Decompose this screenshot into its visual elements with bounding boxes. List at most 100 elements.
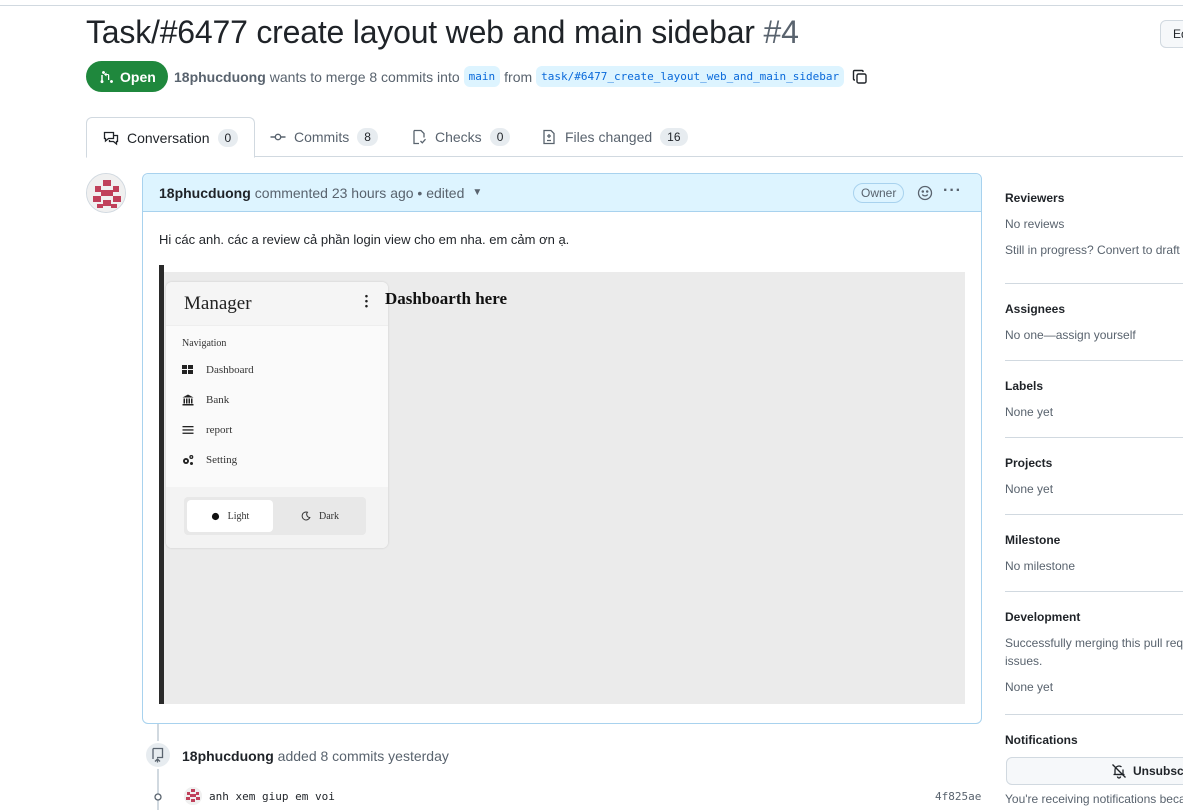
repo-push-icon — [152, 747, 164, 763]
preview-item-label: Dashboard — [206, 364, 254, 376]
file-diff-icon — [543, 129, 555, 145]
tab-label: Files changed — [565, 129, 653, 145]
timeline-author[interactable]: 18phucduong — [182, 748, 274, 764]
from-text: from — [504, 68, 533, 85]
development-section: Development Successfully merging this pu… — [1005, 610, 1183, 694]
preview-item-setting: Setting — [182, 454, 237, 466]
milestone-section: Milestone No milestone — [1005, 533, 1183, 573]
notifications-title: Notifications — [1005, 733, 1078, 747]
git-commit-icon — [270, 133, 286, 141]
comment-author[interactable]: 18phucduong — [159, 185, 251, 201]
preview-kebab-icon: · · · — [364, 289, 369, 315]
assignees-title[interactable]: Assignees — [1005, 302, 1183, 316]
reviewers-section: Reviewers No reviews Still in progress? … — [1005, 191, 1183, 257]
development-note: Successfully merging this pull req — [1005, 636, 1183, 650]
sidebar-divider — [1005, 591, 1183, 592]
bell-slash-icon — [1112, 764, 1126, 779]
pr-tabs: Conversation 0 Commits 8 Checks 0 Files … — [86, 117, 1183, 158]
moon-icon — [301, 511, 311, 521]
tab-files-changed[interactable]: Files changed 16 — [525, 117, 704, 157]
merge-text: wants to merge 8 commits into — [269, 68, 460, 85]
preview-sidebar-title: Manager — [166, 282, 388, 326]
comment-discussion-icon — [103, 131, 119, 145]
preview-item-dashboard: Dashboard — [182, 364, 254, 376]
preview-sidebar: Manager · · · Navigation Dashboard Bank re… — [166, 282, 388, 548]
development-note-cont: issues. — [1005, 654, 1043, 668]
notifications-note-wrap: You're receiving notifications beca — [1005, 792, 1183, 806]
page-title: Task/#6477 create layout web and main si… — [86, 14, 799, 51]
tab-label: Conversation — [127, 129, 210, 146]
bank-icon — [182, 394, 194, 406]
comment-body: Hi các anh. các a review cả phần login v… — [159, 232, 570, 247]
unsubscribe-label: Unsubscri — [1133, 764, 1183, 778]
sidebar-divider — [1005, 714, 1183, 715]
identicon-image — [184, 787, 202, 805]
tab-label: Commits — [294, 129, 350, 145]
timeline-badge — [144, 741, 172, 769]
git-pull-request-icon — [100, 70, 113, 83]
comment-meta[interactable]: commented 23 hours ago • edited — [255, 185, 465, 201]
head-branch[interactable]: task/#6477_create_layout_web_and_main_si… — [536, 66, 845, 87]
convert-draft-link[interactable]: Still in progress? Convert to draft — [1005, 243, 1183, 257]
preview-item-label: Bank — [206, 394, 230, 406]
labels-title[interactable]: Labels — [1005, 379, 1183, 393]
owner-badge: Owner — [853, 183, 905, 203]
smiley-icon[interactable] — [917, 185, 933, 201]
unsubscribe-button[interactable]: Unsubscri — [1006, 757, 1183, 785]
edit-button[interactable]: Ed — [1160, 20, 1183, 48]
tab-commits[interactable]: Commits 8 — [254, 117, 394, 157]
sidebar-divider — [1005, 360, 1183, 361]
preview-dashboard-heading: Dashboarth here — [385, 289, 507, 308]
identicon-image — [87, 174, 125, 212]
timeline-event: 18phucduong added 8 commits yesterday — [182, 748, 449, 764]
development-title[interactable]: Development — [1005, 610, 1183, 624]
author-link[interactable]: 18phucduong — [174, 69, 266, 85]
preview-item-label: Setting — [206, 454, 238, 466]
reviewers-title[interactable]: Reviewers — [1005, 191, 1183, 205]
timeline-event-text: added 8 commits yesterday — [277, 748, 449, 764]
milestone-value: No milestone — [1005, 559, 1076, 573]
tab-counter: 8 — [357, 128, 378, 146]
labels-section: Labels None yet — [1005, 379, 1183, 419]
preview-nav-label: Navigation — [182, 338, 227, 349]
avatar[interactable] — [86, 173, 126, 213]
pr-meta: 18phucduong wants to merge 8 commits int… — [174, 66, 868, 87]
pr-title: Task/#6477 create layout web and main si… — [86, 14, 755, 50]
projects-value: None yet — [1005, 482, 1054, 496]
reviewers-value: No reviews — [1005, 217, 1065, 231]
base-branch[interactable]: main — [463, 66, 501, 87]
tab-conversation[interactable]: Conversation 0 — [86, 117, 256, 158]
status-label: Open — [120, 68, 156, 85]
milestone-title[interactable]: Milestone — [1005, 533, 1183, 547]
grid-icon — [182, 365, 193, 374]
labels-value: None yet — [1005, 405, 1054, 419]
commit-message-link[interactable]: anh xem giup em voi — [209, 790, 335, 803]
list-icon — [182, 426, 194, 434]
preview-theme-footer: Light Dark — [166, 487, 388, 548]
header-divider — [0, 5, 1183, 6]
pr-number: #4 — [763, 14, 799, 50]
chevron-down-icon[interactable]: ▼ — [472, 187, 482, 198]
notifications-note: You're receiving notifications beca — [1005, 792, 1183, 806]
assign-yourself-link[interactable]: No one—assign yourself — [1005, 328, 1183, 342]
preview-item-label: report — [206, 424, 233, 436]
tab-checks[interactable]: Checks 0 — [395, 117, 526, 157]
commit-sha-link[interactable]: 4f825ae — [935, 790, 981, 803]
checklist-icon — [413, 129, 426, 145]
commit-avatar[interactable] — [184, 787, 202, 805]
sidebar-divider — [1005, 437, 1183, 438]
preview-item-bank: Bank — [182, 394, 229, 406]
screenshot-top-band — [164, 265, 965, 272]
tab-label: Checks — [435, 129, 482, 145]
notifications-section: Notifications — [1005, 733, 1183, 747]
projects-title[interactable]: Projects — [1005, 456, 1183, 470]
preview-light-button: Light — [187, 500, 273, 532]
git-commit-icon — [154, 793, 162, 801]
preview-theme-toggle: Light Dark — [184, 497, 366, 535]
preview-light-label: Light — [227, 510, 250, 522]
tab-counter: 16 — [660, 128, 688, 146]
copy-icon[interactable] — [852, 69, 868, 85]
preview-dark-label: Dark — [319, 510, 339, 522]
kebab-horizontal-icon[interactable]: ··· — [943, 182, 962, 200]
sidebar-divider — [1005, 514, 1183, 515]
